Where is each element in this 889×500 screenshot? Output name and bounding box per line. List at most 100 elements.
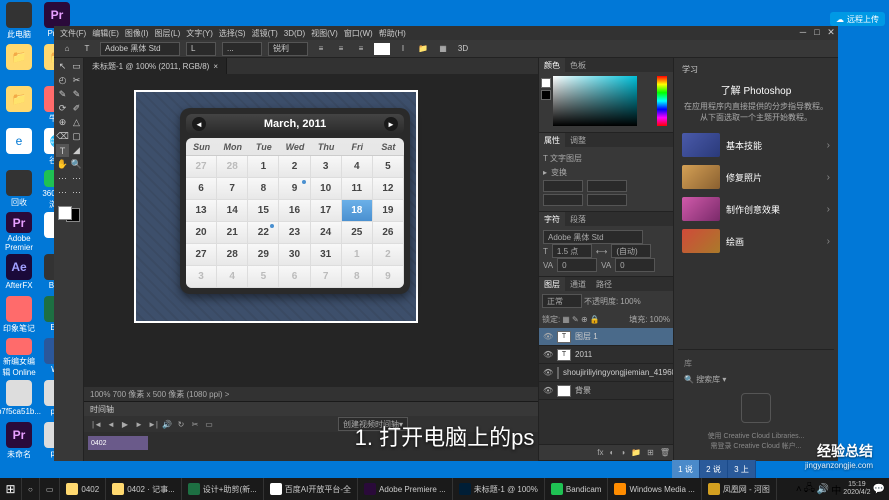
calendar-cell[interactable]: 28 <box>217 156 248 178</box>
desktop-icon[interactable]: 回收 <box>2 170 36 210</box>
taskbar-app[interactable]: 0402 · 记事... <box>106 478 182 500</box>
tool-button[interactable]: ✋ <box>56 158 69 171</box>
char-font-select[interactable]: Adobe 黑体 Std <box>543 230 643 244</box>
align-center-icon[interactable]: ≡ <box>334 42 348 56</box>
desktop-icon[interactable]: 📁 <box>2 86 36 126</box>
remote-badge[interactable]: ☁ 远程上传 <box>830 12 885 26</box>
calendar-cell[interactable]: 1 <box>248 156 279 178</box>
paths-tab[interactable]: 路径 <box>591 277 617 291</box>
layer-row[interactable]: 👁shoujiriliyingyongjiemian_4196044 <box>539 364 673 382</box>
tl-prev-icon[interactable]: ◄ <box>106 419 116 429</box>
adjustments-tab[interactable]: 调整 <box>565 133 591 147</box>
page-tab[interactable]: 3 上 <box>728 460 756 478</box>
desktop-icon[interactable]: 新编女编辑 Online <box>2 338 36 378</box>
calendar-cell[interactable]: 6 <box>279 266 310 288</box>
menu-item[interactable]: 3D(D) <box>282 29 307 38</box>
warp-text-icon[interactable]: I <box>396 42 410 56</box>
fg-color[interactable] <box>58 206 72 220</box>
opacity-value[interactable]: 100% <box>620 297 640 306</box>
character-tab[interactable]: 字符 <box>539 212 565 226</box>
page-tab[interactable]: 2 说 <box>700 460 728 478</box>
char-kerning-input[interactable]: 0 <box>615 258 655 272</box>
calendar-cell[interactable]: 14 <box>217 200 248 222</box>
char-size-input[interactable]: 1.5 点 <box>552 244 592 258</box>
menu-item[interactable]: 文字(Y) <box>184 28 215 39</box>
tool-button[interactable]: ▭ <box>70 60 83 73</box>
tool-button[interactable]: ◴ <box>56 74 69 87</box>
align-left-icon[interactable]: ≡ <box>314 42 328 56</box>
layer-group-icon[interactable]: 📁 <box>631 448 641 457</box>
color-field[interactable] <box>553 76 637 126</box>
close-button[interactable]: ✕ <box>824 26 838 38</box>
calendar-cell[interactable]: 31 <box>311 244 342 266</box>
tl-loop-icon[interactable]: ↻ <box>176 419 186 429</box>
calendar-cell[interactable]: 25 <box>342 222 373 244</box>
calendar-cell[interactable]: 26 <box>373 222 404 244</box>
clock[interactable]: 15:192020/4/2 <box>843 481 870 496</box>
calendar-cell[interactable]: 10 <box>311 178 342 200</box>
paragraph-tab[interactable]: 段落 <box>565 212 591 226</box>
tl-audio-icon[interactable]: 🔊 <box>162 419 172 429</box>
hue-slider[interactable] <box>657 76 667 126</box>
calendar-cell[interactable]: 30 <box>279 244 310 266</box>
calendar-cell[interactable]: 15 <box>248 200 279 222</box>
timeline-tab[interactable]: 时间轴 <box>84 402 538 416</box>
menu-item[interactable]: 视图(V) <box>309 28 340 39</box>
canvas[interactable]: ◄ March, 2011 ► SunMonTueWedThuFriSat272… <box>134 90 418 323</box>
text-color-swatch[interactable] <box>374 43 390 55</box>
menu-item[interactable]: 编辑(E) <box>90 28 121 39</box>
layer-adj-icon[interactable]: ◑ <box>620 448 625 457</box>
tray-vol-icon[interactable]: 🔊 <box>817 484 829 495</box>
calendar-cell[interactable]: 20 <box>186 222 217 244</box>
taskbar-app[interactable]: Adobe Premiere ... <box>358 478 453 500</box>
calendar-cell[interactable]: 8 <box>248 178 279 200</box>
layer-mask-icon[interactable]: ◐ <box>609 448 614 457</box>
tl-trans-icon[interactable]: ▭ <box>204 419 214 429</box>
calendar-cell[interactable]: 4 <box>217 266 248 288</box>
explorer-button[interactable]: 0402 <box>60 478 106 500</box>
calendar-cell[interactable]: 7 <box>217 178 248 200</box>
char-tracking-input[interactable]: 0 <box>557 258 597 272</box>
calendar-cell[interactable]: 3 <box>311 156 342 178</box>
desktop-icon[interactable]: e <box>2 128 36 168</box>
menu-item[interactable]: 帮助(H) <box>377 28 408 39</box>
calendar-cell[interactable]: 27 <box>186 244 217 266</box>
font-style-select[interactable]: L <box>186 42 216 56</box>
antialias-select[interactable]: 锐利 <box>268 42 308 56</box>
calendar-cell[interactable]: 12 <box>373 178 404 200</box>
bg-chip[interactable] <box>541 90 551 100</box>
layer-row[interactable]: 👁T图层 1 <box>539 328 673 346</box>
tool-button[interactable]: ✎ <box>70 88 83 101</box>
tool-button[interactable]: ⟳ <box>56 102 69 115</box>
folder-icon[interactable]: 📁 <box>416 42 430 56</box>
tool-button[interactable]: ⌫ <box>56 130 69 143</box>
tl-last-icon[interactable]: ►| <box>148 419 158 429</box>
document-tab[interactable]: 未标题-1 @ 100% (2011, RGB/8)× <box>84 58 227 74</box>
tool-button[interactable]: ⋯ <box>70 172 83 185</box>
swatches-tab[interactable]: 色板 <box>565 58 591 72</box>
tray-net-icon[interactable]: 🖧 <box>804 481 815 498</box>
calendar-cell[interactable]: 27 <box>186 156 217 178</box>
fg-bg-colors[interactable] <box>56 204 82 224</box>
desktop-icon[interactable]: 印象笔记 <box>2 296 36 336</box>
libraries-tab[interactable]: 库 <box>684 356 828 370</box>
layer-delete-icon[interactable]: 🗑 <box>660 448 670 457</box>
calendar-cell[interactable]: 19 <box>373 200 404 222</box>
calendar-cell[interactable]: 9 <box>373 266 404 288</box>
calendar-cell[interactable]: 8 <box>342 266 373 288</box>
tl-next-icon[interactable]: ► <box>134 419 144 429</box>
visibility-icon[interactable]: 👁 <box>543 386 553 395</box>
x-input[interactable] <box>543 180 583 192</box>
y-input[interactable] <box>587 180 627 192</box>
calendar-cell[interactable]: 1 <box>342 244 373 266</box>
learn-item[interactable]: 基本技能› <box>678 131 834 159</box>
taskbar-app[interactable]: Bandicam <box>545 478 609 500</box>
menu-item[interactable]: 滤镜(T) <box>250 28 280 39</box>
font-size-select[interactable]: ... <box>222 42 262 56</box>
desktop-icon[interactable]: 此电脑 <box>2 2 36 42</box>
calendar-cell[interactable]: 6 <box>186 178 217 200</box>
menu-item[interactable]: 选择(S) <box>217 28 248 39</box>
calendar-cell[interactable]: 17 <box>311 200 342 222</box>
notifications-icon[interactable]: 💬 <box>873 484 885 495</box>
calendar-cell[interactable]: 13 <box>186 200 217 222</box>
